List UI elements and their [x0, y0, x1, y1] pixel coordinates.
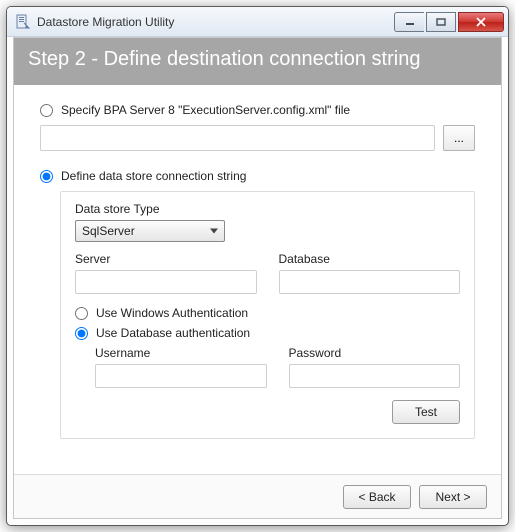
password-input[interactable] — [289, 364, 461, 388]
app-icon — [15, 14, 31, 30]
window-frame: Datastore Migration Utility Step 2 - Def… — [6, 6, 509, 526]
titlebar[interactable]: Datastore Migration Utility — [7, 7, 508, 37]
option-database-auth[interactable]: Use Database authentication — [75, 326, 460, 340]
radio-database-auth[interactable] — [75, 327, 88, 340]
username-input[interactable] — [95, 364, 267, 388]
client-area: Step 2 - Define destination connection s… — [13, 37, 502, 519]
server-input[interactable] — [75, 270, 257, 294]
password-label: Password — [289, 346, 461, 360]
test-button[interactable]: Test — [392, 400, 460, 424]
option-define-connection-label: Define data store connection string — [61, 169, 246, 183]
option-specify-config[interactable]: Specify BPA Server 8 "ExecutionServer.co… — [40, 103, 475, 117]
next-button[interactable]: Next > — [419, 485, 487, 509]
option-windows-auth[interactable]: Use Windows Authentication — [75, 306, 460, 320]
database-auth-label: Use Database authentication — [96, 326, 250, 340]
browse-button[interactable]: ... — [443, 125, 475, 151]
database-label: Database — [279, 252, 461, 266]
wizard-footer: < Back Next > — [14, 474, 501, 518]
step-header: Step 2 - Define destination connection s… — [14, 38, 501, 85]
minimize-button[interactable] — [394, 12, 424, 32]
username-label: Username — [95, 346, 267, 360]
chevron-down-icon — [210, 229, 218, 234]
close-button[interactable] — [458, 12, 504, 32]
windows-auth-label: Use Windows Authentication — [96, 306, 248, 320]
config-path-input[interactable] — [40, 125, 435, 151]
radio-specify-config[interactable] — [40, 104, 53, 117]
datastore-type-value: SqlServer — [82, 224, 135, 238]
server-label: Server — [75, 252, 257, 266]
content-area: Specify BPA Server 8 "ExecutionServer.co… — [14, 85, 501, 447]
radio-define-connection[interactable] — [40, 170, 53, 183]
radio-windows-auth[interactable] — [75, 307, 88, 320]
datastore-type-label: Data store Type — [75, 202, 460, 216]
option-define-connection[interactable]: Define data store connection string — [40, 169, 475, 183]
window-title: Datastore Migration Utility — [37, 15, 392, 29]
maximize-button[interactable] — [426, 12, 456, 32]
option-specify-config-label: Specify BPA Server 8 "ExecutionServer.co… — [61, 103, 350, 117]
datastore-type-select[interactable]: SqlServer — [75, 220, 225, 242]
back-button[interactable]: < Back — [343, 485, 411, 509]
connection-group: Data store Type SqlServer Server Databas… — [60, 191, 475, 439]
database-input[interactable] — [279, 270, 461, 294]
